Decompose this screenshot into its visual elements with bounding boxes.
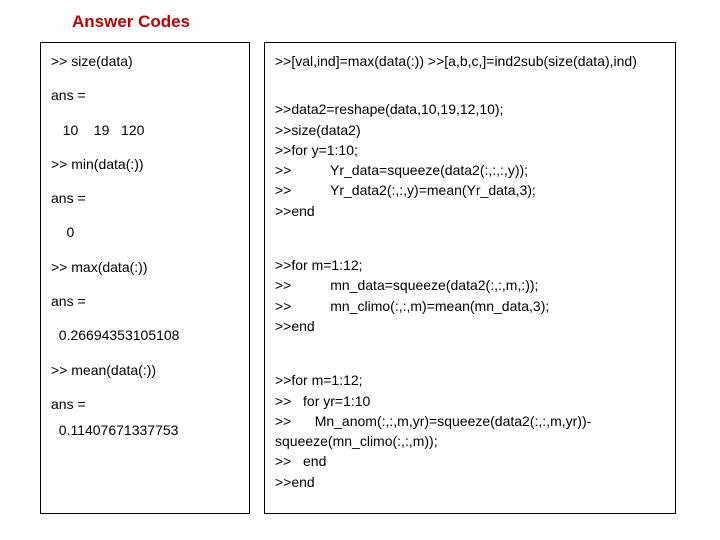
code-line: >> mean(data(:))	[51, 360, 239, 380]
code-line: squeeze(mn_climo(:,:,m));	[275, 431, 665, 451]
code-line: >> min(data(:))	[51, 154, 239, 174]
code-line: >> mn_climo(:,:,m)=mean(mn_data,3);	[275, 296, 665, 316]
code-line: >>end	[275, 316, 665, 336]
code-line: >>size(data2)	[275, 120, 665, 140]
code-line: >> for yr=1:10	[275, 391, 665, 411]
code-line: ans =	[51, 188, 239, 208]
page-title: Answer Codes	[0, 0, 720, 42]
code-line: 10 19 120	[51, 120, 239, 140]
code-line: >>for m=1:12;	[275, 370, 665, 390]
code-line: ans =	[51, 394, 239, 414]
code-line: >> mn_data=squeeze(data2(:,:,m,:));	[275, 275, 665, 295]
code-line: 0.11407671337753	[51, 420, 239, 440]
code-line: >> Mn_anom(:,:,m,yr)=squeeze(data2(:,:,m…	[275, 411, 665, 431]
code-line: >>for y=1:10;	[275, 140, 665, 160]
code-line: 0	[51, 222, 239, 242]
code-line: >> Yr_data=squeeze(data2(:,:,:,y));	[275, 160, 665, 180]
code-line: ans =	[51, 85, 239, 105]
code-line: >>end	[275, 201, 665, 221]
code-line: >> max(data(:))	[51, 257, 239, 277]
code-line: >> size(data)	[51, 51, 239, 71]
code-line: >>for m=1:12;	[275, 255, 665, 275]
left-column: >> size(data) ans = 10 19 120 >> min(dat…	[40, 42, 250, 514]
code-line: >>data2=reshape(data,10,19,12,10);	[275, 99, 665, 119]
code-line: >>end	[275, 472, 665, 492]
code-line: >> Yr_data2(:,:,y)=mean(Yr_data,3);	[275, 180, 665, 200]
code-line: >> end	[275, 451, 665, 471]
code-line: 0.26694353105108	[51, 325, 239, 345]
code-line: >>[val,ind]=max(data(:)) >>[a,b,c,]=ind2…	[275, 51, 665, 71]
columns: >> size(data) ans = 10 19 120 >> min(dat…	[0, 42, 720, 514]
code-line: ans =	[51, 291, 239, 311]
right-column: >>[val,ind]=max(data(:)) >>[a,b,c,]=ind2…	[264, 42, 676, 514]
